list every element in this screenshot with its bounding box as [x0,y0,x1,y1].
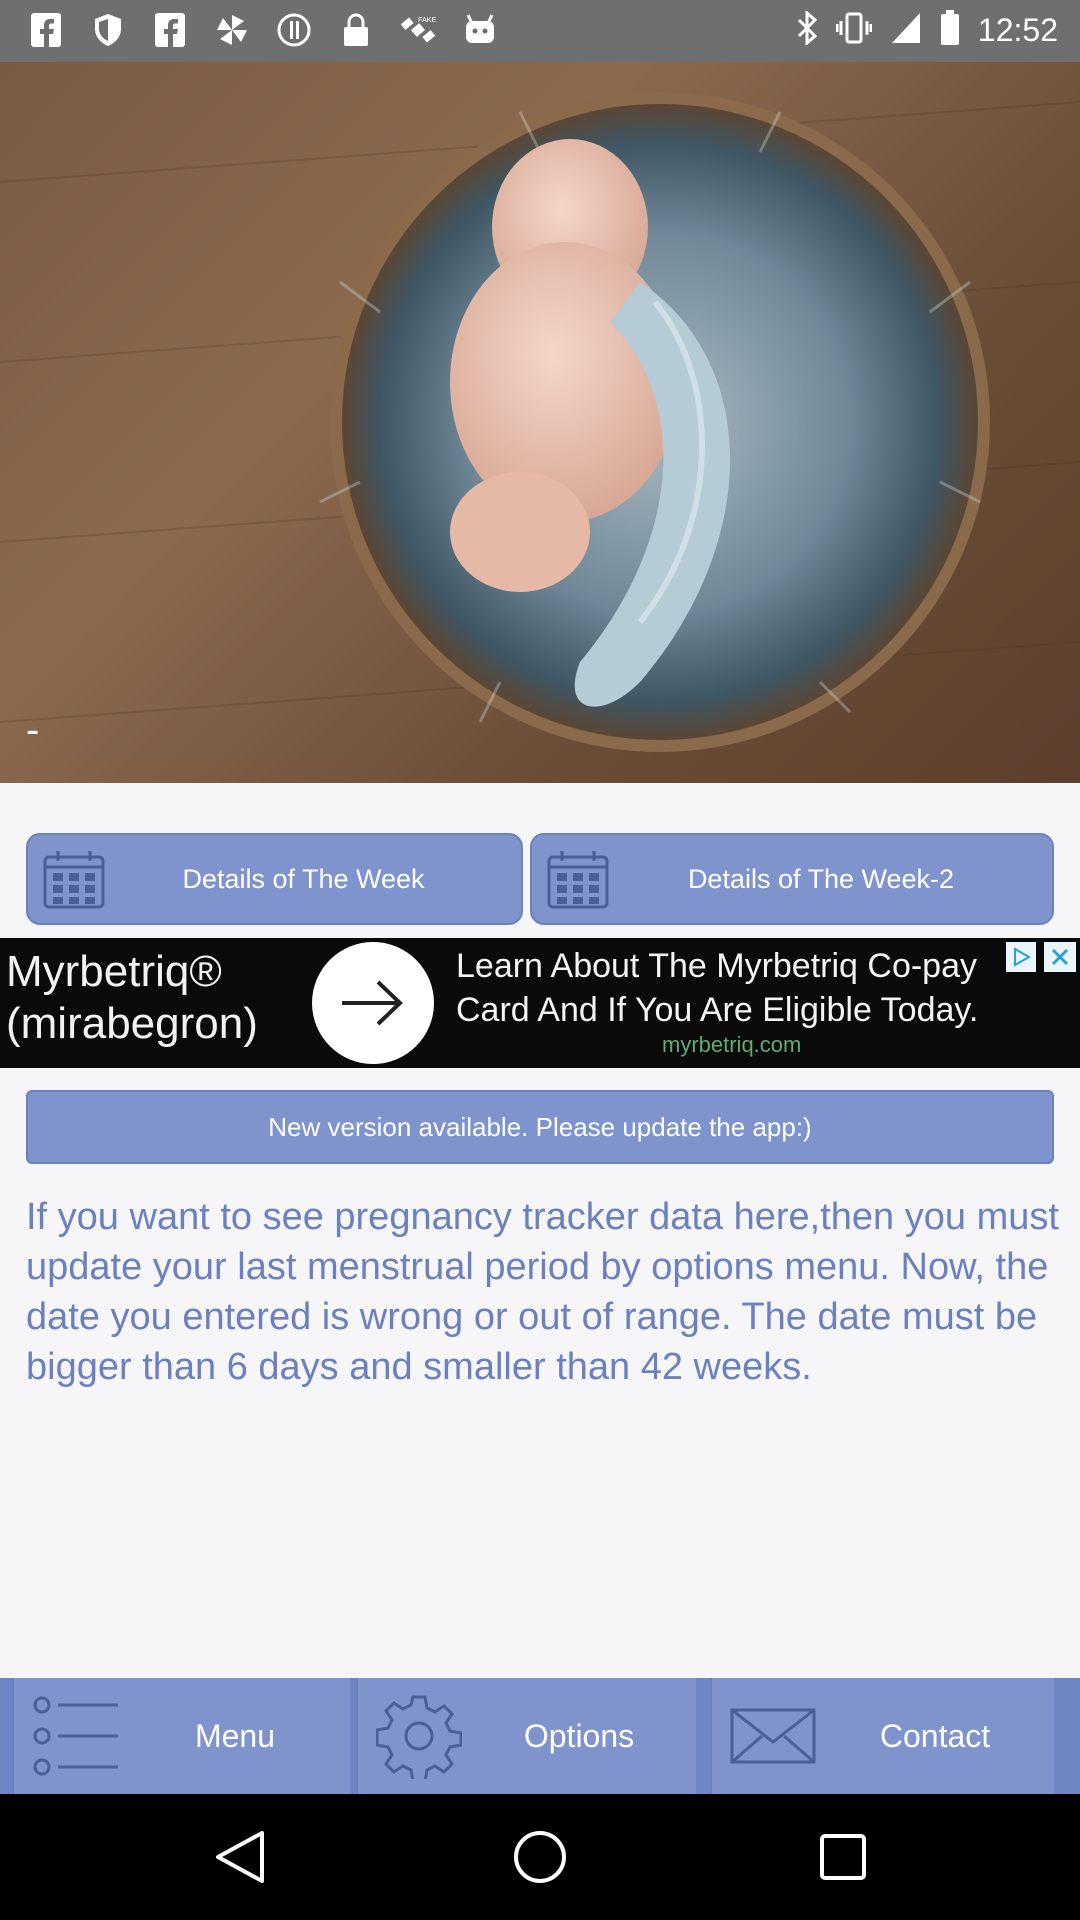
ad-brand: Myrbetriq® (mirabegron) [6,946,258,1050]
ad-url[interactable]: myrbetriq.com [662,1032,801,1058]
ad-text-line-1: Learn About The Myrbetriq Co-pay [456,947,977,985]
ad-arrow-button[interactable] [312,942,434,1064]
ad-choices-icon[interactable] [1006,942,1036,972]
bottom-navigation: Menu Options Contact [0,1678,1080,1794]
menu-label: Menu [194,1717,276,1754]
signal-icon [890,11,922,50]
hero-caption: - [26,708,40,752]
svg-text:FAKE: FAKE [418,15,436,24]
ad-text-line-2: Card And If You Are Eligible Today. [456,991,979,1029]
ad-banner[interactable]: Myrbetriq® (mirabegron) Learn About The … [0,938,1080,1068]
ad-close-icon[interactable] [1044,942,1076,972]
list-icon [33,1696,118,1776]
pinwheel-icon [214,12,250,48]
details-week-label: Details of The Week [182,863,425,894]
ad-brand-name: Myrbetriq® [6,947,222,996]
back-icon[interactable] [205,1822,275,1892]
status-bar: FAKE 12:52 [0,0,1080,62]
menu-button[interactable]: Menu [12,1678,350,1794]
ad-text: Learn About The Myrbetriq Co-pay Card An… [456,944,978,1032]
baby-in-basket-photo [0,92,1080,752]
clock: 12:52 [977,12,1058,48]
info-circle-icon [276,12,312,48]
vibrate-icon [835,11,873,50]
ad-brand-generic: (mirabegron) [6,999,258,1048]
details-week-2-label: Details of The Week-2 [687,863,955,894]
hero-image: - [0,62,1080,783]
arrow-right-icon [342,980,403,1026]
bluetooth-icon [796,9,818,50]
gear-icon [376,1695,462,1779]
contact-button[interactable]: Contact [710,1678,1054,1794]
contact-label: Contact [879,1717,991,1754]
system-navigation-bar [0,1794,1080,1920]
options-label: Options [523,1717,635,1754]
calendar-icon [547,851,609,909]
satellite-icon: FAKE [400,12,436,48]
calendar-icon [43,851,105,909]
shield-icon [90,12,126,48]
pregnancy-info-text: If you want to see pregnancy tracker dat… [26,1196,1059,1388]
update-notice-button[interactable]: New version available. Please update the… [26,1090,1054,1164]
envelope-icon [730,1708,816,1764]
lock-icon [338,12,374,48]
facebook-icon [28,12,64,48]
facebook-icon [152,12,188,48]
details-week-button[interactable]: Details of The Week [26,833,523,925]
system-status: 12:52 [796,9,1058,51]
details-week-2-button[interactable]: Details of The Week-2 [530,833,1054,925]
recents-icon[interactable] [808,1822,878,1892]
notification-icons: FAKE [28,12,498,48]
home-icon[interactable] [505,1822,575,1892]
battery-icon [940,10,960,51]
android-icon [462,12,498,48]
options-button[interactable]: Options [356,1678,696,1794]
